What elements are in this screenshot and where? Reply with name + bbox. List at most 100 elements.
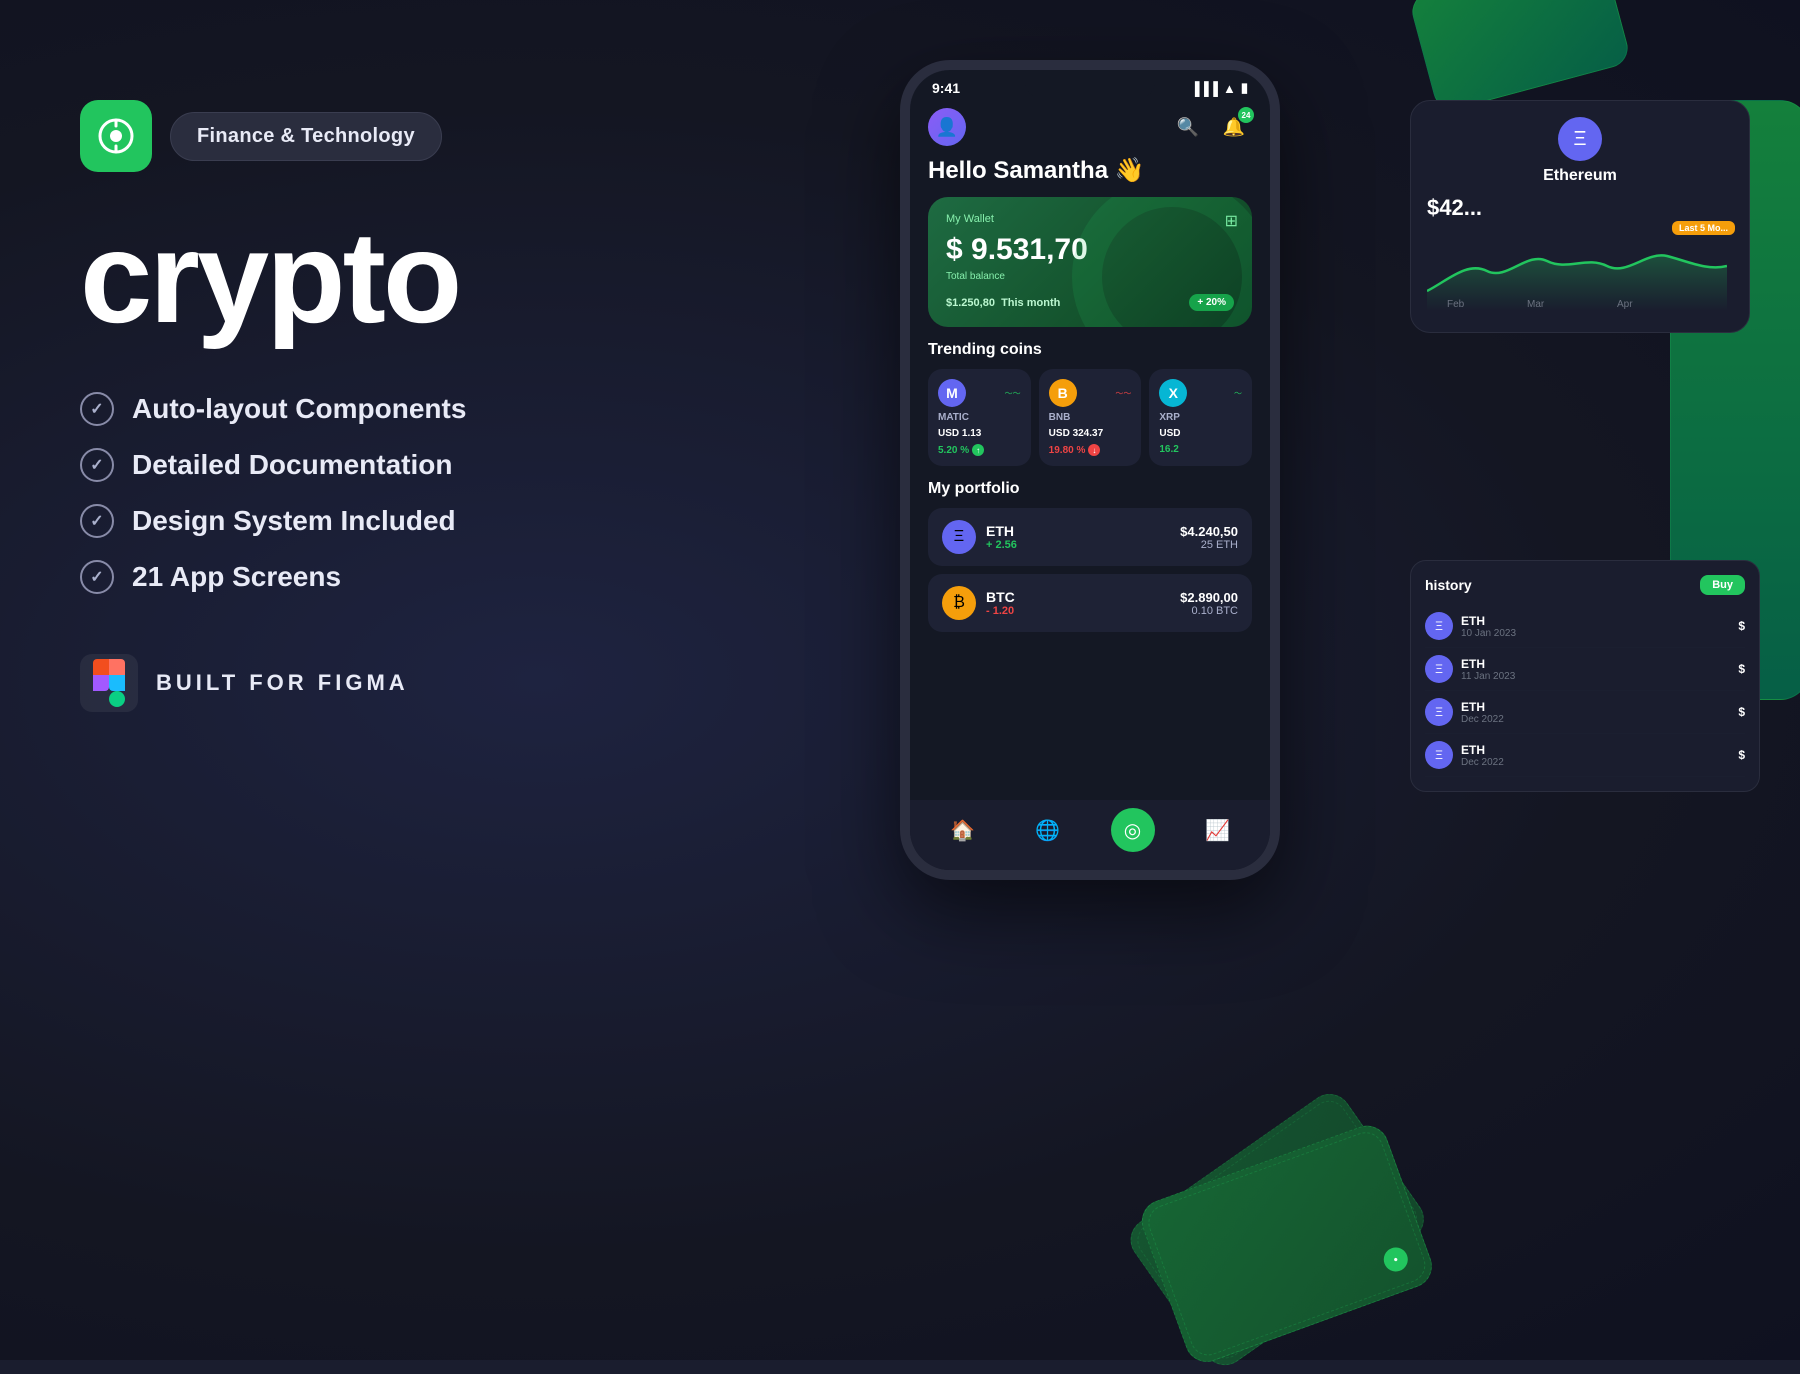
globe-nav-item[interactable]: 🌐	[1026, 808, 1070, 852]
matic-chart: 〜〜	[1005, 388, 1021, 399]
matic-change: 5.20 % ↑	[938, 444, 1021, 456]
wallet-grid-icon: ⊞	[1225, 211, 1238, 231]
category-badge: Finance & Technology	[170, 112, 442, 161]
last5m-badge: Last 5 Mo...	[1672, 221, 1735, 235]
features-list: ✓ Auto-layout Components ✓ Detailed Docu…	[80, 392, 700, 594]
eth-amount: 25 ETH	[1180, 539, 1238, 551]
feature-item: ✓ Detailed Documentation	[80, 448, 700, 482]
history-eth-icon: Ξ	[1425, 612, 1453, 640]
ethereum-card: Ξ Ethereum $42... Feb Mar Apr Last 5 Mo.…	[1410, 100, 1750, 333]
search-button[interactable]: 🔍	[1170, 109, 1206, 145]
badge-row: Finance & Technology	[80, 100, 700, 172]
wallet-card-front: •	[1136, 1119, 1438, 1368]
notification-button[interactable]: 🔔 24	[1216, 109, 1252, 145]
figma-row: BUILT FOR FIGMA	[80, 654, 700, 712]
xrp-change: 16.2	[1159, 444, 1242, 455]
ethereum-price: $42...	[1427, 195, 1733, 221]
notification-badge: 24	[1238, 107, 1254, 123]
feature-label-2: Detailed Documentation	[132, 449, 452, 481]
eth-portfolio-icon: Ξ	[942, 520, 976, 554]
portfolio-btc-left: ₿ BTC - 1.20	[942, 586, 1015, 620]
buy-button[interactable]: Buy	[1700, 575, 1745, 595]
check-icon: ✓	[80, 392, 114, 426]
feature-item: ✓ 21 App Screens	[80, 560, 700, 594]
history-value: $	[1738, 619, 1745, 633]
svg-text:Feb: Feb	[1447, 299, 1465, 310]
coin-card-matic[interactable]: M 〜〜 MATIC USD 1.13 5.20 % ↑	[928, 369, 1031, 466]
phone-notch	[1025, 70, 1155, 98]
main-phone: 9:41 ▐▐▐ ▲ ▮ 👤 🔍 🔔 24	[900, 60, 1280, 880]
portfolio-btc[interactable]: ₿ BTC - 1.20 $2.890,00 0.10 BTC	[928, 574, 1252, 632]
trending-title: Trending coins	[928, 341, 1252, 359]
app-icon	[80, 100, 152, 172]
feature-item: ✓ Auto-layout Components	[80, 392, 700, 426]
wallet-card[interactable]: ⊞ My Wallet $ 9.531,70 Total balance $1.…	[928, 197, 1252, 327]
ethereum-chart: Feb Mar Apr	[1427, 231, 1727, 311]
wallet-nav-item[interactable]: ◎	[1111, 808, 1155, 852]
right-panel: Ξ Ethereum $42... Feb Mar Apr Last 5 Mo.…	[700, 0, 1800, 1360]
svg-text:Mar: Mar	[1527, 299, 1545, 310]
history-value: $	[1738, 748, 1745, 762]
wallet-amount: $ 9.531,70	[946, 233, 1234, 267]
chart-nav-item[interactable]: 📈	[1196, 808, 1240, 852]
user-avatar[interactable]: 👤	[928, 108, 966, 146]
history-date: Dec 2022	[1461, 714, 1504, 725]
figma-icon	[80, 654, 138, 712]
btc-change: - 1.20	[986, 605, 1015, 617]
xrp-chart: 〜	[1234, 388, 1242, 399]
coin-card-xrp[interactable]: X 〜 XRP USD 16.2	[1149, 369, 1252, 466]
history-row: Ξ ETH 10 Jan 2023 $	[1425, 605, 1745, 648]
history-date: 10 Jan 2023	[1461, 628, 1516, 639]
check-icon: ✓	[80, 448, 114, 482]
bnb-name: BNB	[1049, 412, 1132, 423]
bnb-price: USD 324.37	[1049, 428, 1132, 439]
portfolio-btc-right: $2.890,00 0.10 BTC	[1180, 590, 1238, 617]
app-content: 👤 🔍 🔔 24 Hello Samantha 👋 ⊞ My Wallet	[910, 100, 1270, 632]
btc-value: $2.890,00	[1180, 590, 1238, 605]
figma-label: BUILT FOR FIGMA	[156, 670, 409, 696]
figma-logo	[93, 659, 125, 707]
feature-label-1: Auto-layout Components	[132, 393, 466, 425]
home-nav-item[interactable]: 🏠	[941, 808, 985, 852]
wallet-footer: $1.250,80 This month + 20%	[946, 294, 1234, 311]
main-title: crypto	[80, 212, 700, 342]
history-title: history	[1425, 577, 1472, 593]
greeting-text: Hello Samantha 👋	[928, 156, 1252, 185]
bnb-chart: 〜〜	[1115, 388, 1131, 399]
history-coin-name: ETH	[1461, 743, 1504, 757]
wifi-icon: ▲	[1223, 81, 1236, 96]
bnb-change: 19.80 % ↓	[1049, 444, 1132, 456]
history-eth-icon: Ξ	[1425, 655, 1453, 683]
wallet-month-amount: $1.250,80 This month	[946, 297, 1060, 309]
check-icon: ✓	[80, 504, 114, 538]
coins-row: M 〜〜 MATIC USD 1.13 5.20 % ↑ B	[928, 369, 1252, 466]
wallet-label: My Wallet	[946, 213, 1234, 225]
portfolio-title: My portfolio	[928, 480, 1252, 498]
history-coin-name: ETH	[1461, 657, 1515, 671]
eth-symbol: ETH	[986, 523, 1017, 539]
feature-item: ✓ Design System Included	[80, 504, 700, 538]
btc-amount: 0.10 BTC	[1180, 605, 1238, 617]
history-coin-name: ETH	[1461, 614, 1516, 628]
bnb-icon: B	[1049, 379, 1077, 407]
phone-screen: 9:41 ▐▐▐ ▲ ▮ 👤 🔍 🔔 24	[910, 70, 1270, 870]
btc-portfolio-icon: ₿	[942, 586, 976, 620]
wallet-growth-badge: + 20%	[1189, 294, 1234, 311]
ethereum-name: Ethereum	[1543, 167, 1617, 185]
matic-icon: M	[938, 379, 966, 407]
eth-value: $4.240,50	[1180, 524, 1238, 539]
top-navigation: 👤 🔍 🔔 24	[928, 100, 1252, 156]
wallet-sub-label: Total balance	[946, 271, 1234, 282]
history-row: Ξ ETH 11 Jan 2023 $	[1425, 648, 1745, 691]
history-row: Ξ ETH Dec 2022 $	[1425, 691, 1745, 734]
history-coin-name: ETH	[1461, 700, 1504, 714]
xrp-price: USD	[1159, 428, 1242, 439]
portfolio-eth[interactable]: Ξ ETH + 2.56 $4.240,50 25 ETH	[928, 508, 1252, 566]
coin-card-bnb[interactable]: B 〜〜 BNB USD 324.37 19.80 % ↓	[1039, 369, 1142, 466]
feature-label-3: Design System Included	[132, 505, 456, 537]
eth-change: + 2.56	[986, 539, 1017, 551]
history-eth-icon: Ξ	[1425, 698, 1453, 726]
signal-icon: ▐▐▐	[1190, 81, 1218, 96]
history-value: $	[1738, 705, 1745, 719]
history-date: Dec 2022	[1461, 757, 1504, 768]
